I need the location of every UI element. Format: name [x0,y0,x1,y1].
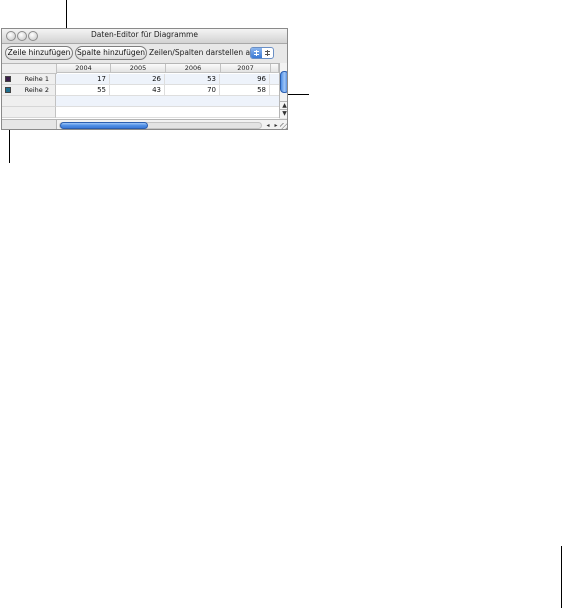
table-cell[interactable]: 43 [110,85,165,96]
row-label[interactable]: Reihe 1 [25,75,49,83]
table-row: 17 26 53 96 [56,74,279,85]
table-cell[interactable]: 26 [110,74,165,85]
scroll-left-button[interactable]: ◂ [264,120,272,129]
column-header-2005[interactable]: 2005 [111,64,166,73]
add-column-button[interactable]: Spalte hinzufügen [75,46,147,60]
title-bar: Daten-Editor für Diagramme [2,29,287,44]
row-header-reihe-1[interactable]: Reihe 1 [2,74,56,85]
table-cell[interactable]: 53 [165,74,220,85]
add-row-button[interactable]: Zeile hinzufügen [5,46,73,60]
resize-grip-icon[interactable] [280,123,287,129]
table-corner [2,64,57,74]
row-header-scroll-area [2,120,57,129]
column-header-2006[interactable]: 2006 [166,64,221,73]
toolbar: Zeile hinzufügen Spalte hinzufügen Zeile… [2,44,287,63]
columns-grid-icon [265,50,270,56]
vertical-scrollbar[interactable]: ▲ ▼ [279,63,287,118]
table-cell[interactable]: 58 [220,85,270,96]
table-cell[interactable]: 17 [56,74,110,85]
table-cell[interactable]: 55 [56,85,110,96]
vertical-scroll-thumb[interactable] [280,71,287,93]
row-header-reihe-2[interactable]: Reihe 2 [2,85,56,96]
table-row-empty [56,107,279,118]
scroll-down-button[interactable]: ▼ [280,109,287,118]
plot-as-segmented-control [250,47,274,59]
series-color-swatch[interactable] [5,87,11,93]
data-table: 2004 2005 2006 2007 Reihe 1 17 26 53 96 … [2,63,279,119]
column-header-2004[interactable]: 2004 [57,64,111,73]
plot-rows-as-series-button[interactable] [251,48,262,58]
row-header-empty [2,96,56,107]
window-title: Daten-Editor für Diagramme [91,30,198,39]
table-cell[interactable]: 70 [165,85,220,96]
row-header-empty [2,107,56,118]
horizontal-scroll-thumb[interactable] [60,122,148,129]
row-label[interactable]: Reihe 2 [25,86,49,94]
table-cell[interactable]: 96 [220,74,270,85]
plot-columns-as-series-button[interactable] [262,48,273,58]
table-row-empty [56,96,279,107]
series-color-swatch[interactable] [5,76,11,82]
table-row: 55 43 70 58 [56,85,279,96]
plot-as-label: Zeilen/Spalten darstellen als: [149,48,259,57]
horizontal-scrollbar[interactable]: ◂ ▸ [2,119,287,129]
scroll-right-button[interactable]: ▸ [272,120,280,129]
column-header-empty [271,64,279,73]
column-header-2007[interactable]: 2007 [221,64,271,73]
chart-data-editor-window: Daten-Editor für Diagramme Zeile hinzufü… [1,28,288,130]
rows-grid-icon [254,50,259,56]
